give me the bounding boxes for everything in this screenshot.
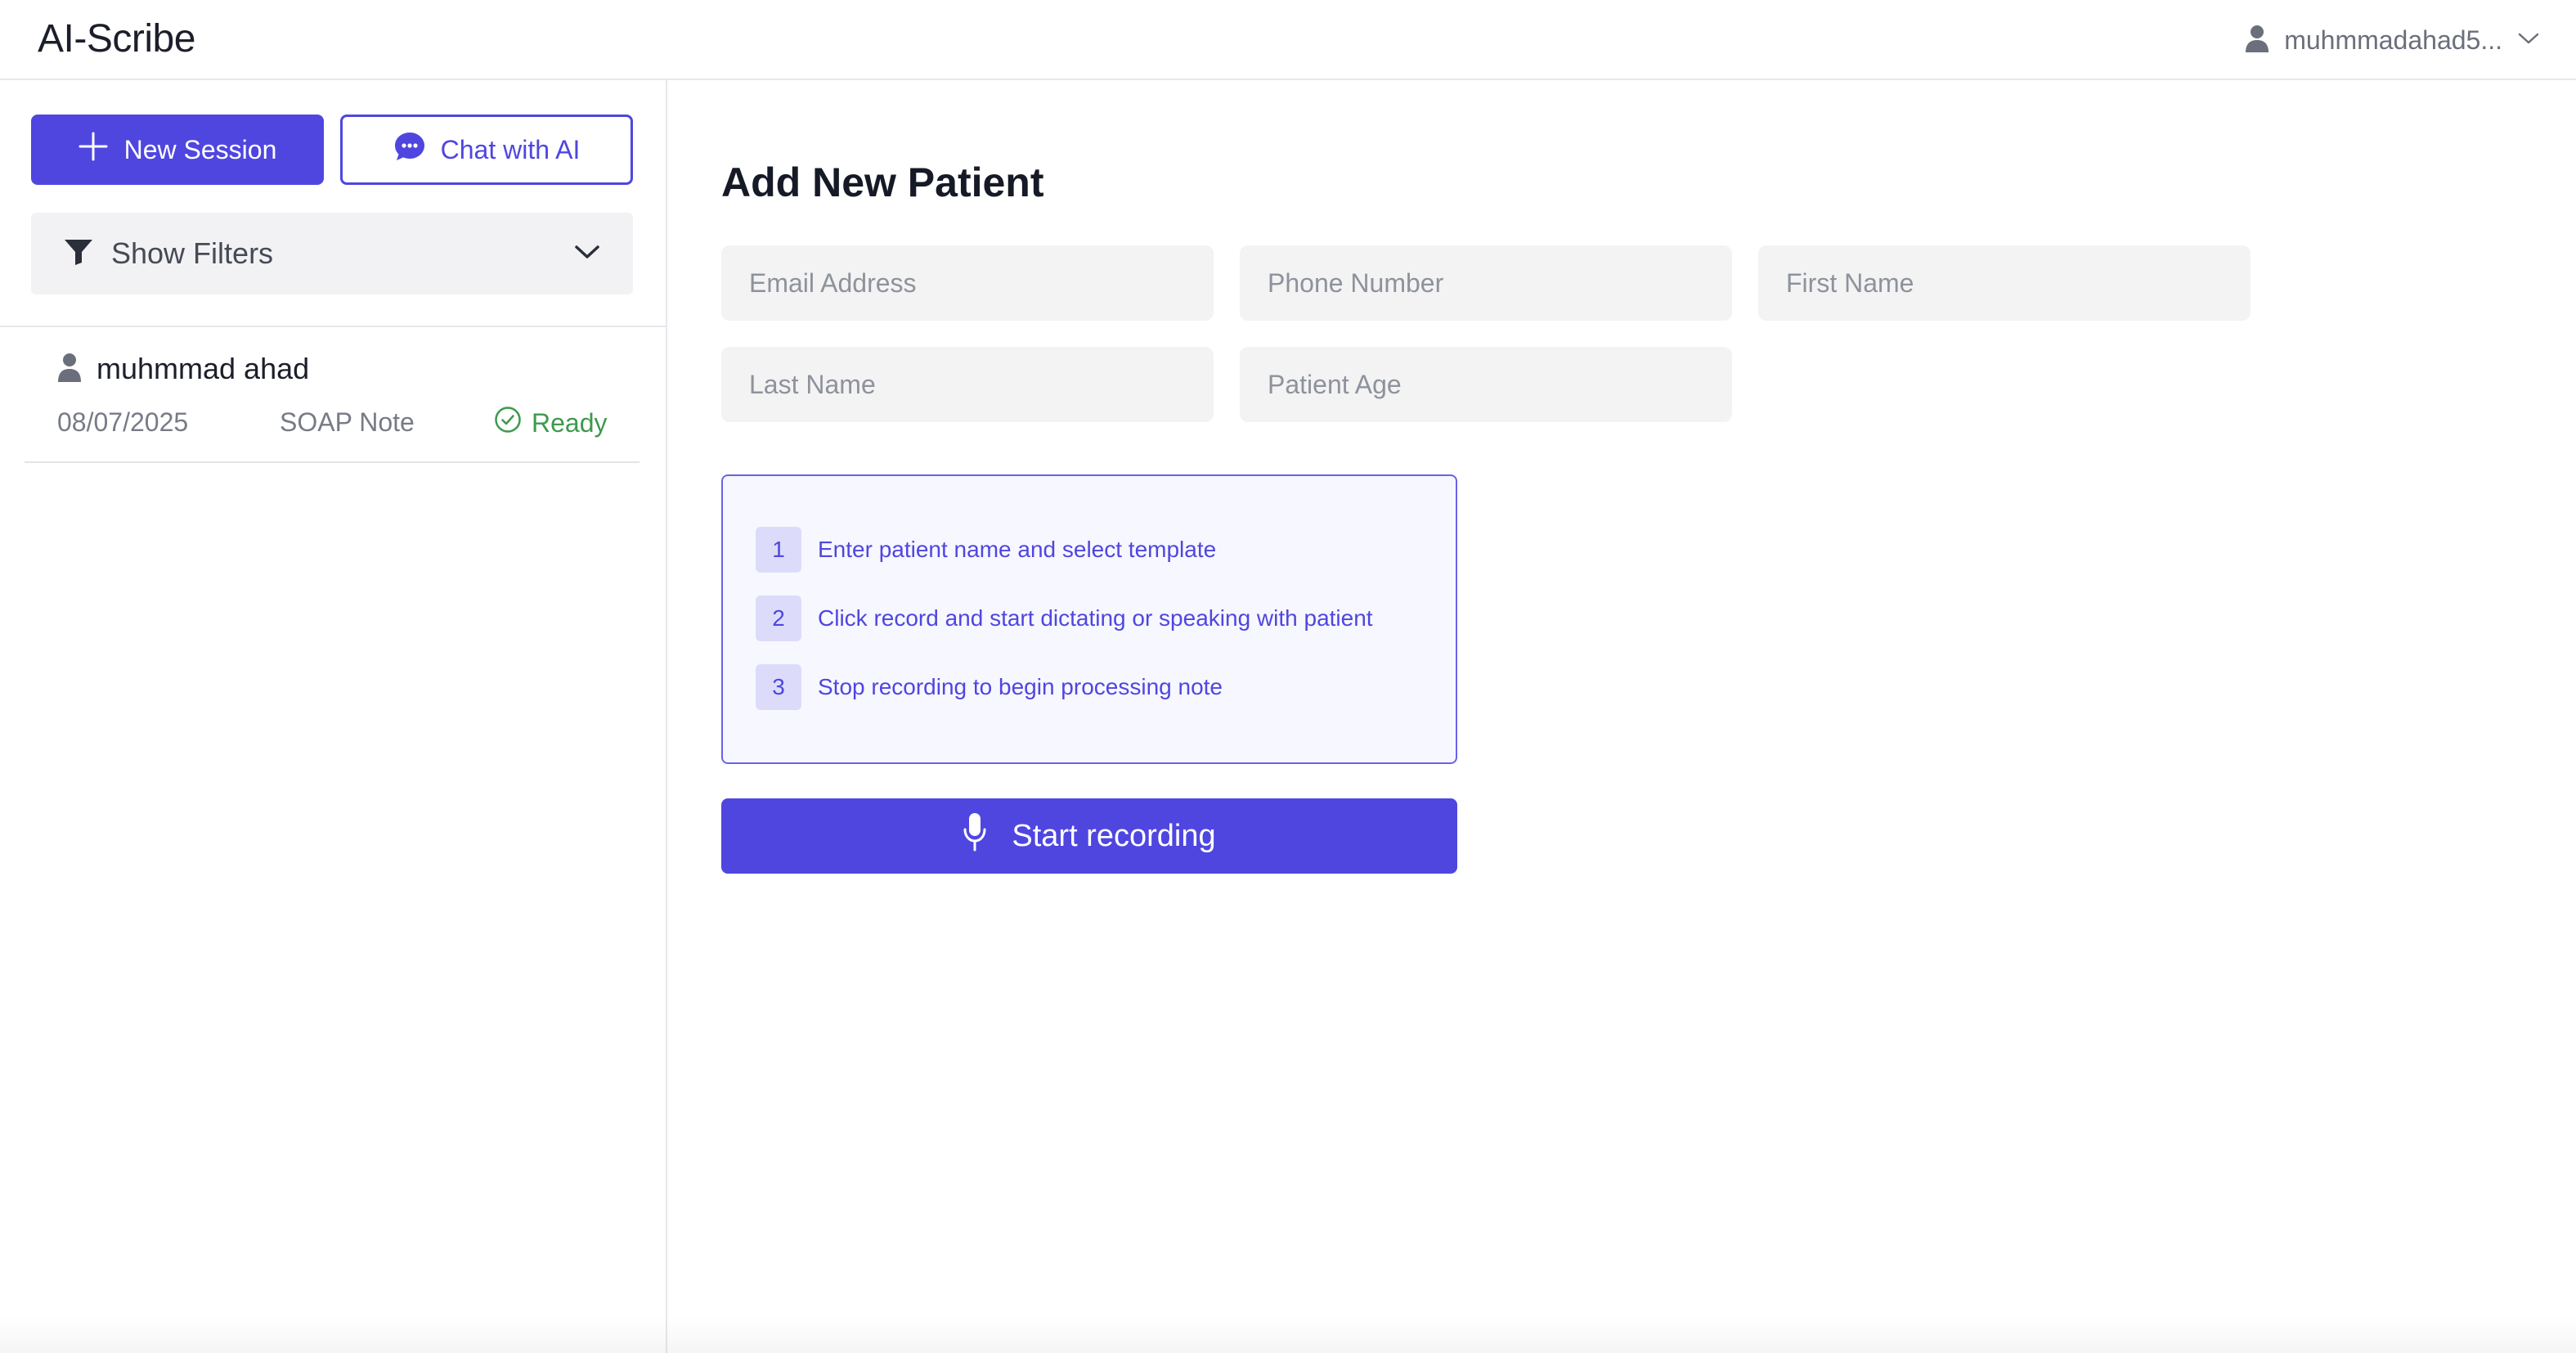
main-panel: Add New Patient 1 Enter patient name and… — [667, 80, 2576, 1353]
step-number: 1 — [756, 527, 801, 573]
step-text: Stop recording to begin processing note — [818, 674, 1223, 699]
session-patient-name: muhmmad ahad — [96, 352, 310, 385]
phone-field[interactable] — [1240, 245, 1732, 321]
instructions-box: 1 Enter patient name and select template… — [721, 474, 1457, 764]
show-filters-label: Show Filters — [111, 236, 274, 270]
user-name: muhmmadahad5... — [2284, 25, 2502, 55]
chat-with-ai-label: Chat with AI — [440, 134, 581, 164]
new-session-button[interactable]: New Session — [31, 115, 324, 185]
status-text: Ready — [532, 407, 608, 438]
step-number: 3 — [756, 664, 801, 710]
session-patient: muhmmad ahad — [57, 352, 309, 386]
session-date: 08/07/2025 — [57, 407, 189, 437]
microphone-icon — [963, 812, 987, 860]
chat-with-ai-button[interactable]: Chat with AI — [340, 115, 633, 185]
instruction-step: 3 Stop recording to begin processing not… — [756, 664, 1223, 710]
step-text: Enter patient name and select template — [818, 537, 1217, 562]
chevron-down-icon — [574, 244, 600, 264]
sidebar: New Session Chat with AI Show Filters mu… — [0, 80, 667, 1353]
instruction-step: 1 Enter patient name and select template — [756, 527, 1216, 573]
new-session-label: New Session — [123, 134, 277, 164]
status-badge: Ready — [494, 406, 608, 440]
step-text: Click record and start dictating or spea… — [818, 605, 1373, 631]
show-filters-toggle[interactable]: Show Filters — [31, 213, 633, 294]
patient-age-field[interactable] — [1240, 347, 1732, 422]
user-icon — [2245, 25, 2269, 56]
user-menu[interactable]: muhmmadahad5... — [2245, 21, 2540, 59]
chat-bubble-icon — [393, 131, 426, 169]
user-icon — [57, 353, 82, 386]
plus-icon — [79, 132, 108, 168]
session-note-type: SOAP Note — [280, 407, 415, 437]
email-field[interactable] — [721, 245, 1214, 321]
app-title: AI-Scribe — [38, 17, 195, 61]
instruction-step: 2 Click record and start dictating or sp… — [756, 596, 1373, 641]
step-number: 2 — [756, 596, 801, 641]
filter-icon — [64, 238, 93, 270]
start-recording-button[interactable]: Start recording — [721, 798, 1457, 874]
page-title: Add New Patient — [721, 160, 1044, 205]
start-recording-label: Start recording — [1012, 818, 1216, 853]
top-bar: AI-Scribe muhmmadahad5... — [0, 0, 2576, 80]
check-circle-icon — [494, 406, 522, 440]
last-name-field[interactable] — [721, 347, 1214, 422]
first-name-field[interactable] — [1758, 245, 2251, 321]
chevron-down-icon — [2517, 31, 2540, 50]
session-list-item[interactable]: muhmmad ahad 08/07/2025 SOAP Note Ready — [25, 327, 640, 463]
